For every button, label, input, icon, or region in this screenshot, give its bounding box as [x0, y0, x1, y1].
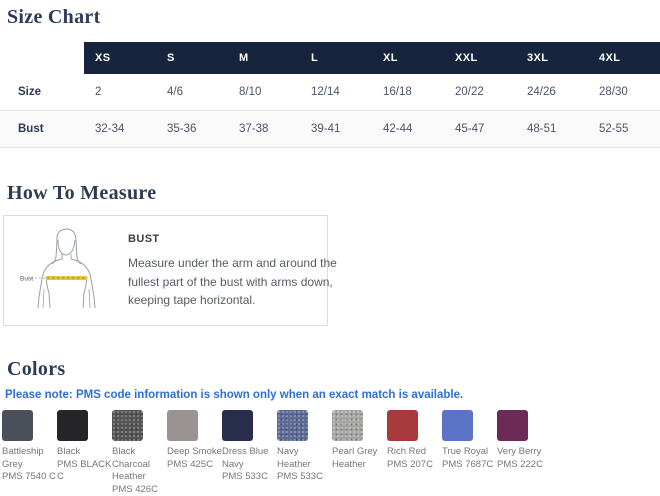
color-swatch-item: Rich Red PMS 207C	[387, 410, 434, 471]
how-to-measure-title: How To Measure	[7, 182, 157, 204]
color-name: Pearl Grey Heather	[332, 446, 378, 470]
size-cell: 28/30	[599, 86, 628, 98]
size-column-header: XS	[84, 42, 156, 74]
color-label: Navy Heather PMS 533C	[277, 446, 332, 484]
size-column-header: XL	[372, 42, 444, 74]
size-column-header: 3XL	[516, 42, 588, 74]
size-cell: 24/26	[527, 86, 556, 98]
color-name: Very Berry	[497, 446, 542, 457]
color-name: Deep Smoke	[167, 446, 222, 457]
color-swatch-item: Battleship Grey PMS 7540 C	[2, 410, 56, 484]
color-label: Dress Blue Navy PMS 533C	[222, 446, 277, 484]
color-swatch	[57, 410, 88, 441]
color-label: Battleship Grey PMS 7540 C	[2, 446, 57, 484]
color-swatch	[222, 410, 253, 441]
color-swatch	[332, 410, 363, 441]
color-label: Black PMS BLACK C	[57, 446, 112, 484]
bust-figure-label: Bust	[20, 276, 33, 283]
size-cell: 2	[95, 86, 102, 98]
color-name: Black	[57, 446, 81, 457]
size-column-header: 4XL	[588, 42, 660, 74]
size-cell: 35-36	[167, 123, 197, 135]
size-cell: 37-38	[239, 123, 269, 135]
color-pms-code: PMS 222C	[497, 458, 543, 470]
size-column-header: L	[300, 42, 372, 74]
color-pms-code: PMS 425C	[167, 458, 213, 470]
color-label: Pearl Grey Heather	[332, 446, 387, 471]
size-row-label: Size	[18, 86, 42, 98]
color-swatch-item: Dress Blue Navy PMS 533C	[222, 410, 269, 484]
color-name: Navy Heather	[277, 446, 311, 470]
size-cell: 20/22	[455, 86, 484, 98]
color-swatch	[277, 410, 308, 441]
size-table-header-row: XS S M L XL XXL 3XL 4XL	[0, 42, 660, 74]
size-cell: 48-51	[527, 123, 557, 135]
color-swatch-item: Very Berry PMS 222C	[497, 410, 544, 471]
color-label: True Royal PMS 7687C	[442, 446, 497, 471]
color-swatch-item: Black Charcoal Heather PMS 426C	[112, 410, 159, 496]
color-name: Dress Blue Navy	[222, 446, 269, 470]
color-pms-code: PMS 533C	[277, 471, 323, 483]
color-swatch-item: Deep Smoke PMS 425C	[167, 410, 222, 471]
size-table-corner-cell	[0, 42, 84, 74]
color-swatch	[167, 410, 198, 441]
color-swatch-item: Navy Heather PMS 533C	[277, 410, 324, 484]
size-cell: 52-55	[599, 123, 629, 135]
color-swatch	[2, 410, 33, 441]
color-pms-code: PMS 426C	[112, 483, 158, 495]
how-to-measure-card: Bust BUST Measure under the arm and arou…	[3, 215, 337, 326]
size-column-header: S	[156, 42, 228, 74]
bust-measure-illustration: Bust	[20, 227, 108, 314]
size-cell: 16/18	[383, 86, 412, 98]
color-name: Battleship Grey	[2, 446, 44, 470]
size-column-header: M	[228, 42, 300, 74]
size-column-header: XXL	[444, 42, 516, 74]
size-cell: 12/14	[311, 86, 340, 98]
color-name: True Royal	[442, 446, 489, 457]
color-pms-code: PMS 533C	[222, 471, 268, 483]
size-cell: 42-44	[383, 123, 413, 135]
color-label: Black Charcoal Heather PMS 426C	[112, 446, 167, 496]
size-cell: 4/6	[167, 86, 183, 98]
size-cell: 32-34	[95, 123, 125, 135]
color-name: Rich Red	[387, 446, 427, 457]
size-chart-table: XS S M L XL XXL 3XL 4XL Size 2 4/6 8/10 12/14 16/18 2…	[0, 42, 660, 148]
colors-title: Colors	[7, 358, 66, 380]
color-label: Rich Red PMS 207C	[387, 446, 442, 471]
measure-item-description: Measure under the arm and around the ful…	[128, 256, 337, 308]
color-pms-code: PMS BLACK C	[57, 458, 112, 483]
size-row-label: Bust	[18, 123, 44, 135]
color-label: Very Berry PMS 222C	[497, 446, 552, 471]
size-cell: 39-41	[311, 123, 341, 135]
color-pms-code: PMS 7540 C	[2, 471, 56, 483]
size-table-row: Size 2 4/6 8/10 12/14 16/18 20/22 24/26 28/30	[0, 74, 660, 111]
size-cell: 45-47	[455, 123, 485, 135]
color-swatch-list: Battleship Grey PMS 7540 C Black PMS BLACK …	[2, 410, 660, 496]
size-cell: 8/10	[239, 86, 262, 98]
color-swatch-item: Black PMS BLACK C	[57, 410, 111, 484]
color-swatch-item: Pearl Grey Heather	[332, 410, 379, 471]
color-swatch-item: True Royal PMS 7687C	[442, 410, 493, 471]
color-label: Deep Smoke PMS 425C	[167, 446, 222, 471]
color-swatch	[442, 410, 473, 441]
color-pms-code: PMS 207C	[387, 458, 433, 470]
pms-note: Please note: PMS code information is sho…	[5, 389, 464, 401]
size-table-row: Bust 32-34 35-36 37-38 39-41 42-44 45-47 48-51 5…	[0, 110, 660, 148]
color-swatch	[387, 410, 418, 441]
measure-item-title: BUST	[128, 233, 160, 245]
color-swatch	[112, 410, 143, 441]
color-swatch	[497, 410, 528, 441]
color-name: Black Charcoal Heather	[112, 446, 151, 483]
color-pms-code: PMS 7687C	[442, 458, 494, 470]
size-chart-title: Size Chart	[7, 6, 101, 28]
